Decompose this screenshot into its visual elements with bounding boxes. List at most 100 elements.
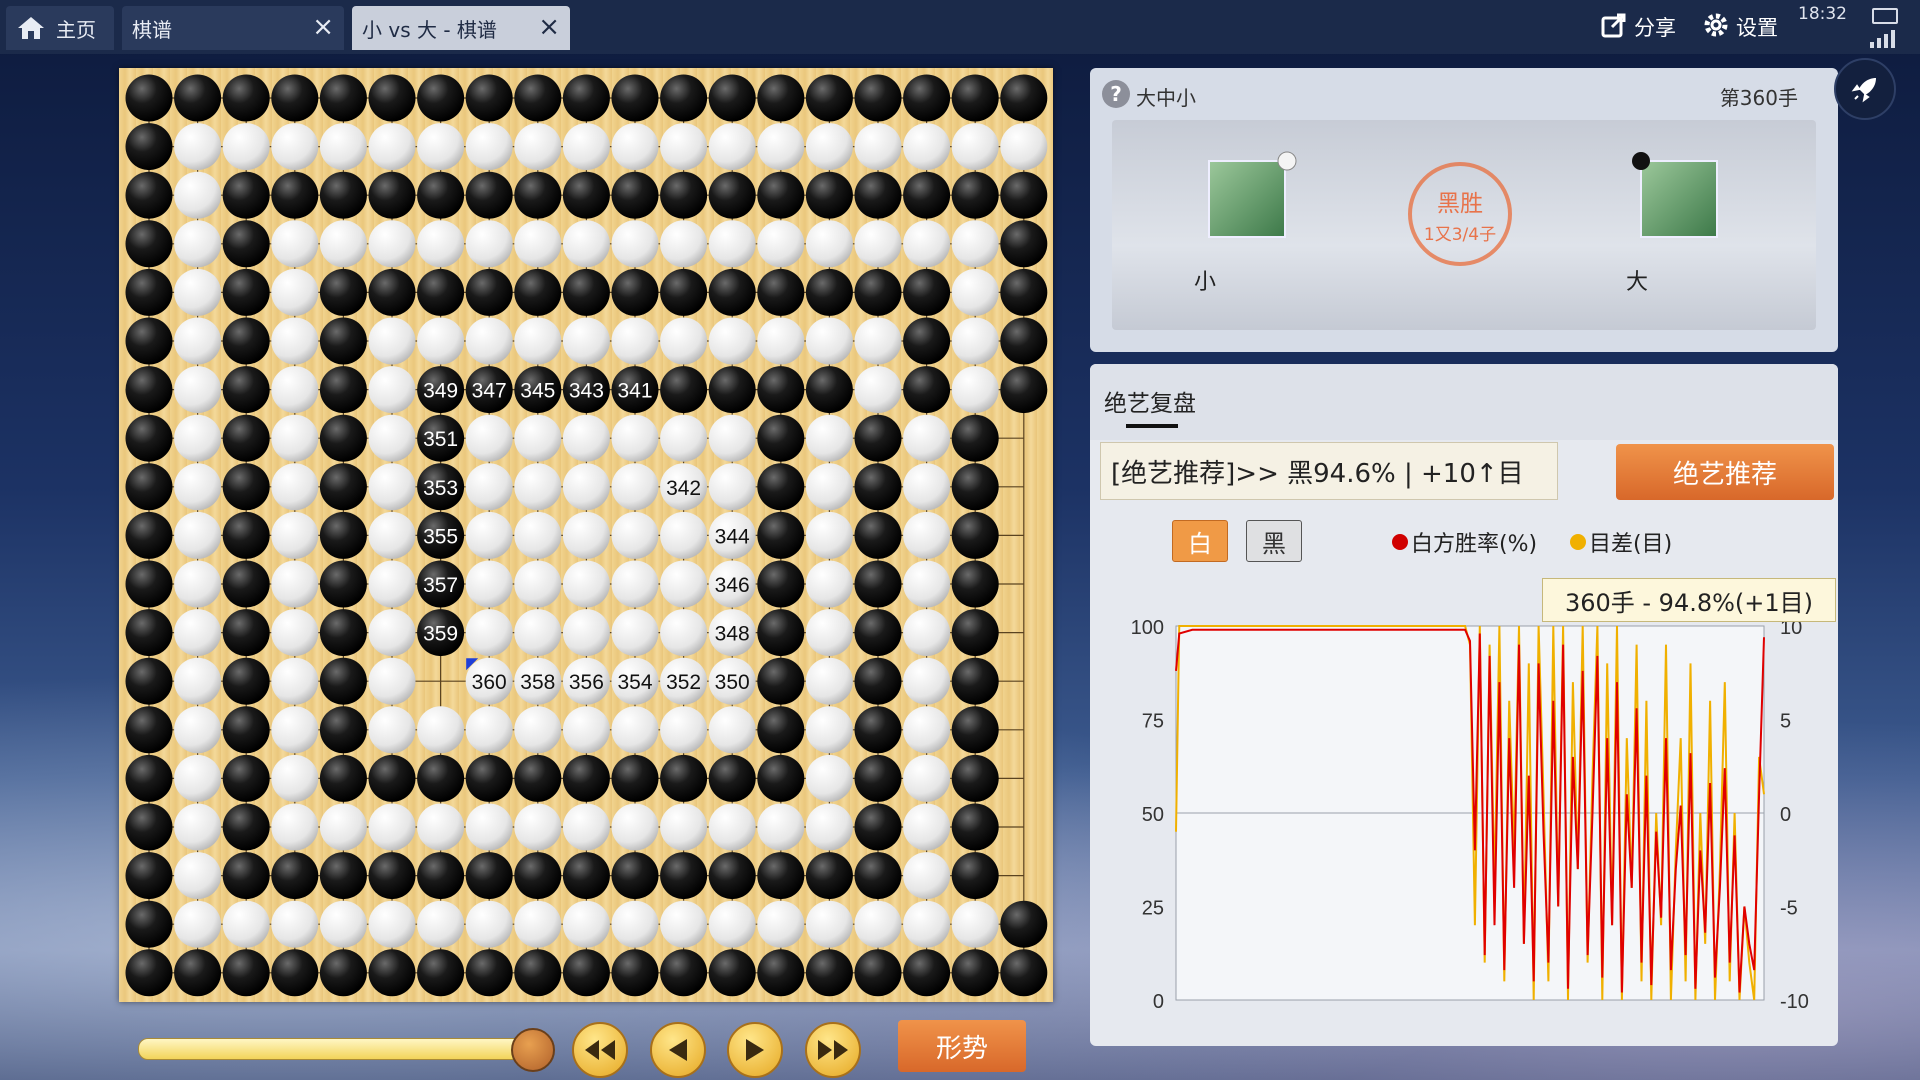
white-stone[interactable] xyxy=(368,560,416,608)
white-stone[interactable] xyxy=(417,220,465,268)
black-stone[interactable] xyxy=(125,609,173,657)
black-stone[interactable] xyxy=(125,414,173,462)
white-stone[interactable] xyxy=(611,900,659,948)
recommend-button[interactable]: 绝艺推荐 xyxy=(1616,444,1834,500)
black-stone[interactable] xyxy=(319,366,367,414)
white-stone[interactable] xyxy=(903,852,951,900)
black-stone[interactable] xyxy=(708,171,756,219)
black-stone[interactable] xyxy=(757,657,805,705)
white-stone[interactable] xyxy=(368,706,416,754)
black-stone[interactable] xyxy=(319,657,367,705)
black-stone[interactable] xyxy=(903,949,951,997)
white-stone[interactable] xyxy=(417,803,465,851)
black-stone[interactable] xyxy=(805,852,853,900)
white-stone[interactable] xyxy=(611,609,659,657)
white-stone[interactable] xyxy=(271,123,319,171)
black-stone[interactable] xyxy=(417,74,465,122)
black-stone[interactable] xyxy=(854,949,902,997)
black-stone[interactable] xyxy=(611,74,659,122)
black-stone[interactable] xyxy=(805,171,853,219)
white-stone[interactable] xyxy=(660,900,708,948)
black-stone[interactable] xyxy=(368,852,416,900)
white-stone[interactable] xyxy=(174,171,222,219)
black-stone[interactable] xyxy=(951,803,999,851)
white-stone[interactable] xyxy=(708,900,756,948)
black-stone[interactable] xyxy=(854,609,902,657)
black-stone[interactable] xyxy=(222,609,270,657)
black-stone[interactable] xyxy=(514,754,562,802)
black-stone[interactable] xyxy=(319,268,367,316)
white-stone[interactable] xyxy=(562,560,610,608)
black-stone[interactable] xyxy=(611,268,659,316)
white-stone[interactable] xyxy=(174,268,222,316)
black-stone[interactable] xyxy=(1000,268,1048,316)
black-stone[interactable] xyxy=(368,754,416,802)
black-stone[interactable] xyxy=(757,949,805,997)
black-stone[interactable] xyxy=(562,171,610,219)
white-stone[interactable] xyxy=(465,900,513,948)
white-stone[interactable] xyxy=(903,123,951,171)
black-stone[interactable] xyxy=(319,463,367,511)
white-stone[interactable] xyxy=(805,414,853,462)
black-stone[interactable] xyxy=(222,366,270,414)
white-stone[interactable] xyxy=(562,609,610,657)
white-stone[interactable] xyxy=(611,317,659,365)
black-stone[interactable] xyxy=(222,268,270,316)
white-stone[interactable] xyxy=(368,414,416,462)
white-stone[interactable] xyxy=(805,609,853,657)
tab-current-game[interactable]: 小 vs 大 - 棋谱 × xyxy=(352,6,570,50)
white-stone[interactable] xyxy=(611,414,659,462)
white-stone[interactable] xyxy=(368,220,416,268)
white-stone[interactable] xyxy=(368,803,416,851)
white-stone[interactable] xyxy=(514,900,562,948)
black-stone[interactable] xyxy=(514,171,562,219)
black-stone[interactable] xyxy=(805,949,853,997)
toggle-white[interactable]: 白 xyxy=(1172,520,1228,562)
white-stone[interactable] xyxy=(611,706,659,754)
move-slider-handle[interactable] xyxy=(511,1028,555,1072)
black-stone[interactable] xyxy=(854,463,902,511)
white-stone[interactable] xyxy=(854,123,902,171)
black-stone[interactable] xyxy=(757,414,805,462)
white-stone[interactable] xyxy=(417,317,465,365)
black-stone[interactable] xyxy=(903,171,951,219)
black-stone[interactable] xyxy=(1000,317,1048,365)
white-stone[interactable] xyxy=(660,123,708,171)
black-stone[interactable] xyxy=(854,852,902,900)
go-board[interactable]: 349 347 345 343 341 351 353 342 355 344 357 346 359 3… xyxy=(119,68,1053,1002)
black-stone[interactable] xyxy=(951,657,999,705)
black-stone[interactable] xyxy=(174,949,222,997)
black-stone[interactable] xyxy=(319,317,367,365)
white-stone[interactable] xyxy=(562,123,610,171)
black-stone[interactable] xyxy=(708,949,756,997)
white-stone[interactable] xyxy=(708,463,756,511)
black-stone[interactable] xyxy=(951,511,999,559)
tab-home[interactable]: 主页 xyxy=(6,6,114,50)
white-stone[interactable] xyxy=(174,706,222,754)
white-stone[interactable] xyxy=(660,560,708,608)
black-stone[interactable] xyxy=(854,414,902,462)
white-stone[interactable] xyxy=(805,706,853,754)
white-stone[interactable] xyxy=(222,900,270,948)
black-stone[interactable] xyxy=(757,74,805,122)
black-stone[interactable] xyxy=(222,220,270,268)
black-stone[interactable] xyxy=(222,657,270,705)
white-stone[interactable] xyxy=(222,123,270,171)
white-stone[interactable] xyxy=(562,706,610,754)
white-stone[interactable] xyxy=(465,511,513,559)
white-stone[interactable] xyxy=(660,511,708,559)
black-stone[interactable] xyxy=(465,852,513,900)
white-stone[interactable] xyxy=(514,463,562,511)
black-stone[interactable] xyxy=(222,754,270,802)
white-stone[interactable] xyxy=(465,463,513,511)
white-stone[interactable] xyxy=(903,560,951,608)
white-stone[interactable] xyxy=(757,900,805,948)
white-stone[interactable] xyxy=(174,463,222,511)
white-stone[interactable] xyxy=(562,511,610,559)
black-stone[interactable] xyxy=(951,706,999,754)
black-stone[interactable] xyxy=(368,268,416,316)
black-stone[interactable] xyxy=(222,414,270,462)
black-stone[interactable] xyxy=(125,949,173,997)
white-stone[interactable] xyxy=(465,123,513,171)
white-stone[interactable] xyxy=(514,609,562,657)
